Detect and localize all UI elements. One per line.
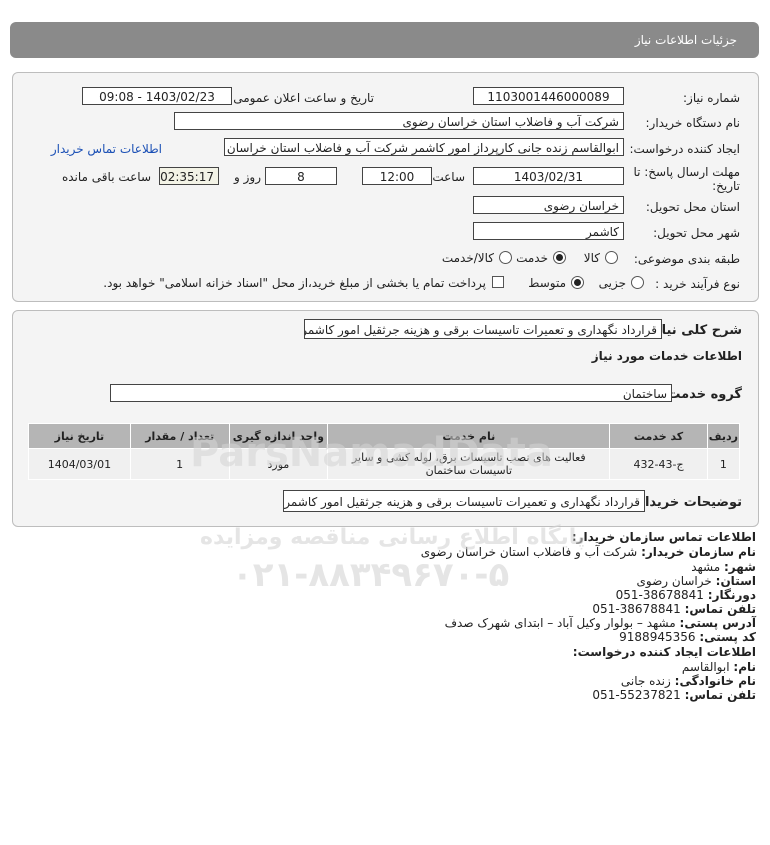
category-radio-goods-service[interactable] <box>499 251 512 264</box>
col-name-header: نام خدمت <box>327 423 611 449</box>
contact-city-label: شهر: <box>724 560 756 574</box>
postal-label: کد پستی: <box>699 630 756 644</box>
province-label: استان محل تحویل: <box>645 200 740 214</box>
col-code-header: کد خدمت <box>609 423 708 449</box>
table-row: 1 ج-43-432 فعالیت های نصب تاسیسات برق، ل… <box>28 448 741 480</box>
first-name-line: نام: ابوالقاسم <box>682 660 756 674</box>
cell-unit: مورد <box>228 448 329 480</box>
first-name-value: ابوالقاسم <box>681 660 730 674</box>
address-value: مشهد – بولوار وکیل آباد – ابتدای شهرک صد… <box>444 616 676 630</box>
last-name-value: زنده جانی <box>620 674 671 688</box>
category-goods-service-label: کالا/خدمت <box>441 251 494 265</box>
org-label: نام سازمان خریدار: <box>641 545 756 559</box>
last-name-label: نام خانوادگی: <box>674 674 756 688</box>
process-radio-medium[interactable] <box>571 276 584 289</box>
creator-phone-line: تلفن تماس: 051-55237821 <box>592 688 756 702</box>
province-line: استان: خراسان رضوی <box>637 574 756 588</box>
category-service-label: خدمت <box>516 251 548 265</box>
city-label: شهر محل تحویل: <box>653 226 740 240</box>
treasury-note: پرداخت تمام یا بخشی از مبلغ خرید،از محل … <box>103 276 486 290</box>
treasury-checkbox[interactable] <box>492 276 504 288</box>
province-field[interactable]: خراسان رضوی <box>473 196 624 214</box>
cell-code: ج-43-432 <box>609 448 708 480</box>
cell-row: 1 <box>706 448 741 480</box>
services-title: اطلاعات خدمات مورد نیاز <box>591 349 742 363</box>
need-number-field[interactable]: 1103001446000089 <box>473 87 624 105</box>
address-line: آدرس پستی: مشهد – بولوار وکیل آباد – ابت… <box>445 616 756 630</box>
contact-province-value: خراسان رضوی <box>636 574 712 588</box>
buyer-name-field[interactable]: شرکت آب و فاضلاب استان خراسان رضوی <box>174 112 624 130</box>
contact-city-value: مشهد <box>691 560 721 574</box>
category-radio-goods[interactable] <box>605 251 618 264</box>
buyer-notes-field[interactable]: قرارداد نگهداری و تعمیرات تاسیسات برقی و… <box>283 490 645 512</box>
need-number-label: شماره نیاز: <box>683 91 740 105</box>
col-unit-header: واحد اندازه گیری <box>228 423 329 449</box>
fax-value: 051-38678841 <box>615 588 704 602</box>
fax-line: دورنگار: 051-38678841 <box>616 588 756 602</box>
category-label: طبقه بندی موضوعی: <box>633 252 740 266</box>
postal-value: 9188945356 <box>619 630 696 644</box>
phone-value: 051-38678841 <box>592 602 681 616</box>
days-label: روز و <box>234 170 261 184</box>
remaining-label: ساعت باقی مانده <box>61 170 151 184</box>
page-header: جزئیات اطلاعات نیاز <box>10 22 759 58</box>
creator-info-title: اطلاعات ایجاد کننده درخواست: <box>572 645 756 659</box>
creator-phone-label: تلفن تماس: <box>684 688 756 702</box>
contact-province-label: استان: <box>715 574 756 588</box>
first-name-label: نام: <box>733 660 756 674</box>
col-date-header: تاریخ نیاز <box>28 423 131 449</box>
phone-label: تلفن تماس: <box>684 602 756 616</box>
announce-date-label: تاریخ و ساعت اعلان عمومی: <box>229 91 374 105</box>
page-title: جزئیات اطلاعات نیاز <box>634 33 737 47</box>
process-radio-minor[interactable] <box>631 276 644 289</box>
cell-qty: 1 <box>129 448 230 480</box>
process-label: نوع فرآیند خرید : <box>655 277 740 291</box>
deadline-time-field[interactable]: 12:00 <box>362 167 432 185</box>
phone-line: تلفن تماس: 051-38678841 <box>592 602 756 616</box>
city-line: شهر: مشهد <box>691 560 756 574</box>
org-line: نام سازمان خریدار: شرکت آب و فاضلاب استا… <box>421 545 756 559</box>
deadline-date-field[interactable]: 1403/02/31 <box>473 167 624 185</box>
category-radio-service[interactable] <box>553 251 566 264</box>
contact-title: اطلاعات تماس سازمان خریدار: <box>571 530 756 544</box>
service-group-field[interactable]: ساختمان <box>110 384 672 402</box>
announce-date-field[interactable]: 1403/02/23 - 09:08 <box>82 87 232 105</box>
services-table: ردیف کد خدمت نام خدمت واحد اندازه گیری ت… <box>28 423 741 480</box>
creator-label: ایجاد کننده درخواست: <box>629 142 740 156</box>
col-qty-header: تعداد / مقدار <box>129 423 230 449</box>
creator-phone-value: 051-55237821 <box>592 688 681 702</box>
buyer-name-label: نام دستگاه خریدار: <box>645 116 741 130</box>
need-info-panel: شماره نیاز: 1103001446000089 تاریخ و ساع… <box>12 72 759 302</box>
city-field[interactable]: کاشمر <box>473 222 624 240</box>
col-row-header: ردیف <box>706 423 741 449</box>
table-header-row: ردیف کد خدمت نام خدمت واحد اندازه گیری ت… <box>28 423 741 449</box>
service-group-label: گروه خدمت: <box>662 387 742 402</box>
address-label: آدرس پستی: <box>679 616 756 630</box>
watermark-phone: ۰۲۱-۸۸۳۴۹۶۷۰-۵ <box>232 555 510 595</box>
deadline-time-label: ساعت <box>432 170 465 184</box>
buyer-contact-link[interactable]: اطلاعات تماس خریدار <box>51 142 162 156</box>
description-field[interactable]: قرارداد نگهداری و تعمیرات تاسیسات برقی و… <box>304 319 662 339</box>
process-minor-label: جزیی <box>598 276 626 290</box>
process-medium-label: متوسط <box>528 276 566 290</box>
remaining-time-field: 02:35:17 <box>159 167 219 185</box>
buyer-notes-label: توضیحات خریدار: <box>632 495 742 510</box>
postal-line: کد پستی: 9188945356 <box>619 630 756 644</box>
cell-name: فعالیت های نصب تاسیسات برق، لوله کشی و س… <box>327 448 611 480</box>
description-label: شرح کلی نیاز: <box>648 323 742 338</box>
deadline-label-2: تاریخ: <box>712 179 740 193</box>
org-value: شرکت آب و فاضلاب استان خراسان رضوی <box>420 545 638 559</box>
fax-label: دورنگار: <box>707 588 756 602</box>
category-goods-label: کالا <box>583 251 600 265</box>
deadline-label-1: مهلت ارسال پاسخ: تا <box>633 165 740 179</box>
creator-field[interactable]: ابوالقاسم زنده جانی کارپرداز امور کاشمر … <box>224 138 624 156</box>
cell-date: 1404/03/01 <box>28 448 131 480</box>
last-name-line: نام خانوادگی: زنده جانی <box>621 674 756 688</box>
days-field[interactable]: 8 <box>265 167 337 185</box>
